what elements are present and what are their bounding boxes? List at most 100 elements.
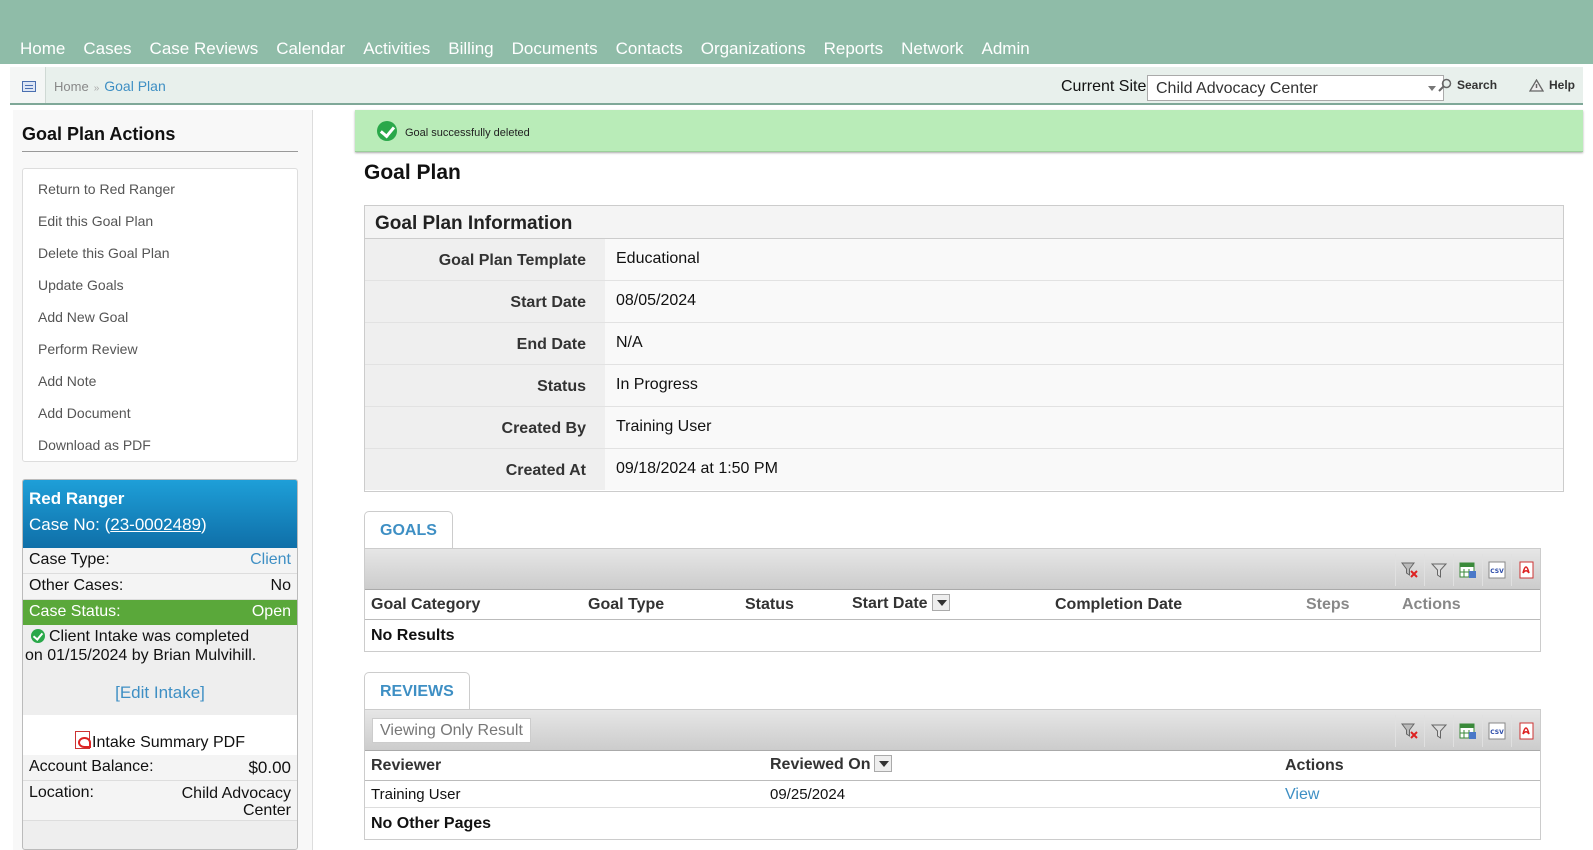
case-number: Case No: (23-0002489) [29,515,291,535]
viewing-result-indicator: Viewing Only Result [372,718,531,743]
table-row: Training User 09/25/2024 View [365,781,1540,808]
view-review-link[interactable]: View [1285,786,1319,804]
nav-contacts[interactable]: Contacts [616,39,683,59]
search-link[interactable]: Search [1438,78,1497,92]
help-icon [1529,78,1544,92]
case-type-value[interactable]: Client [250,551,291,569]
case-number-label: Case No: ( [29,515,111,534]
case-type-row: Case Type: Client [23,548,297,574]
filter-button[interactable] [1424,554,1453,586]
nav-billing[interactable]: Billing [448,39,493,59]
case-type-label: Case Type: [29,551,110,568]
nav-organizations[interactable]: Organizations [701,39,806,59]
sidebar-title: Goal Plan Actions [22,124,298,152]
success-message-text: Goal successfully deleted [405,127,530,139]
actions-menu: Return to Red Ranger Edit this Goal Plan… [22,168,298,462]
nav-reports[interactable]: Reports [824,39,884,59]
filter-icon [1431,724,1447,739]
reviews-pagination: No Other Pages [365,808,1540,839]
excel-export-icon [1459,723,1476,739]
nav-case-reviews[interactable]: Case Reviews [150,39,259,59]
csv-export-button[interactable]: CSV [1482,715,1511,747]
col-reviewed-on[interactable]: Reviewed On [770,755,893,774]
tab-reviews[interactable]: REVIEWS [364,672,470,709]
nav-admin[interactable]: Admin [982,39,1030,59]
other-cases-label: Other Cases: [29,577,124,594]
excel-export-button[interactable] [1453,715,1482,747]
grid-tools: CSV [1395,554,1540,586]
col-actions: Actions [1402,596,1461,613]
help-link[interactable]: Help [1529,78,1575,92]
check-circle-icon [31,629,45,643]
pdf-export-button[interactable] [1511,554,1540,586]
cell-reviewer: Training User [371,786,461,803]
info-label: Status [365,365,605,406]
filter-button[interactable] [1424,715,1453,747]
account-balance-label: Account Balance: [29,758,154,775]
search-icon [1438,78,1452,92]
account-balance-row: Account Balance: $0.00 [23,755,297,781]
tab-goals[interactable]: GOALS [364,511,453,548]
action-return[interactable]: Return to Red Ranger [23,177,297,209]
col-reviewer[interactable]: Reviewer [371,757,441,775]
goals-grid-toolbar: CSV [365,549,1540,590]
chevron-down-icon [1428,86,1436,91]
other-cases-value: No [270,577,291,594]
col-start-date[interactable]: Start Date [852,594,950,613]
nav-documents[interactable]: Documents [512,39,598,59]
info-row: Start Date 08/05/2024 [365,281,1563,323]
csv-export-icon: CSV [1488,722,1506,740]
action-download-pdf[interactable]: Download as PDF [23,433,297,465]
edit-intake-link[interactable]: [Edit Intake] [23,683,297,702]
action-add-document[interactable]: Add Document [23,401,297,433]
clear-filter-button[interactable] [1395,715,1424,747]
nav-home[interactable]: Home [20,39,65,59]
info-row: End Date N/A [365,323,1563,365]
current-site-select[interactable]: Child Advocacy Center [1147,75,1444,101]
breadcrumb-current[interactable]: Goal Plan [104,78,165,94]
breadcrumb-separator: » [93,83,100,94]
info-value: 08/05/2024 [605,281,1563,322]
info-value: N/A [605,323,1563,364]
action-perform-review[interactable]: Perform Review [23,337,297,369]
svg-text:CSV: CSV [1490,729,1504,736]
nav-network[interactable]: Network [901,39,963,59]
case-card-header: Red Ranger Case No: (23-0002489) [23,480,297,548]
sort-desc-icon[interactable] [931,594,950,611]
reviews-grid: Viewing Only Result CSV Reviewer Reviewe… [364,709,1541,840]
nav-calendar[interactable]: Calendar [276,39,345,59]
action-add-new-goal[interactable]: Add New Goal [23,305,297,337]
breadcrumb-bar: Home » Goal Plan Current Site Child Advoca… [10,67,1583,105]
nav-cases[interactable]: Cases [83,39,131,59]
info-value: 09/18/2024 at 1:50 PM [605,449,1563,490]
csv-export-button[interactable]: CSV [1482,554,1511,586]
sort-desc-icon[interactable] [874,755,893,772]
action-update-goals[interactable]: Update Goals [23,273,297,305]
nav-activities[interactable]: Activities [363,39,430,59]
clear-filter-button[interactable] [1395,554,1424,586]
panel-icon [22,81,36,92]
action-edit-goal-plan[interactable]: Edit this Goal Plan [23,209,297,241]
case-number-link[interactable]: 23-0002489 [110,515,201,534]
location-value: Child Advocacy Center [182,785,291,819]
intake-pdf-link[interactable]: Intake Summary PDF [23,715,297,755]
svg-text:CSV: CSV [1490,568,1504,575]
page-title: Goal Plan [364,161,461,184]
col-goal-type[interactable]: Goal Type [588,596,664,614]
pdf-export-button[interactable] [1511,715,1540,747]
info-panel-title: Goal Plan Information [365,206,1563,239]
col-status[interactable]: Status [745,596,794,614]
excel-export-button[interactable] [1453,554,1482,586]
info-value: In Progress [605,365,1563,406]
action-add-note[interactable]: Add Note [23,369,297,401]
col-goal-category[interactable]: Goal Category [371,596,480,614]
breadcrumb-home[interactable]: Home [54,79,89,94]
action-delete-goal-plan[interactable]: Delete this Goal Plan [23,241,297,273]
info-row: Created At 09/18/2024 at 1:50 PM [365,449,1563,491]
csv-export-icon: CSV [1488,561,1506,579]
info-row: Created By Training User [365,407,1563,449]
pdf-icon [75,731,92,749]
col-completion-date[interactable]: Completion Date [1055,596,1182,614]
sidebar-toggle-button[interactable] [10,67,46,103]
intake-line-2: on 01/15/2024 by Brian Mulvihill. [25,647,257,664]
